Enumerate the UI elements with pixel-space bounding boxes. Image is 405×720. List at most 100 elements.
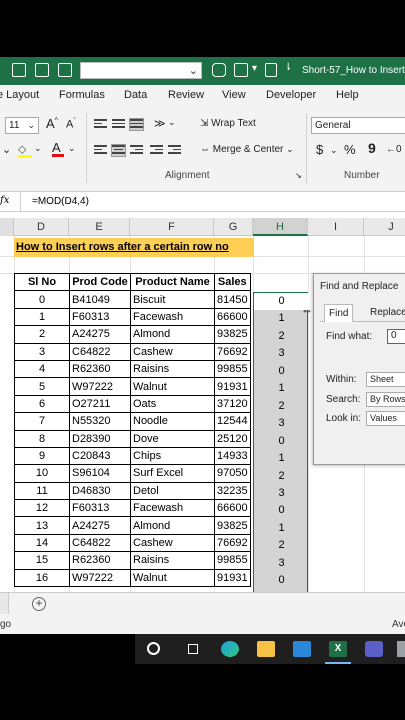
cell-sales[interactable]: 37120	[214, 394, 251, 414]
cell-sl-no[interactable]: 2	[14, 325, 70, 344]
chevron-down-icon[interactable]: ⌄	[68, 143, 76, 154]
tab-formulas[interactable]: Formulas	[59, 89, 105, 101]
sheet-nav[interactable]	[0, 593, 9, 615]
chevron-down-icon[interactable]: ⌄	[34, 143, 42, 154]
currency-button[interactable]: $	[316, 142, 323, 157]
cell-mod-value[interactable]: 1	[254, 450, 309, 467]
column-header-f[interactable]: F	[130, 218, 214, 236]
fill-color-chevron-icon[interactable]: ⌄	[2, 143, 11, 156]
cell-mod-value[interactable]: 0	[254, 502, 309, 519]
cell-sl-no[interactable]: 5	[14, 377, 70, 396]
cell-sales[interactable]: 76692	[214, 342, 251, 361]
task-view-icon[interactable]	[185, 641, 203, 657]
chevron-down-icon[interactable]: ▾	[252, 63, 257, 74]
cell-prod-code[interactable]: A24275	[69, 516, 131, 535]
customize-qat-icon[interactable]: ⇂	[284, 62, 292, 73]
file-explorer-icon[interactable]	[257, 641, 275, 657]
cell-mod-value[interactable]: 2	[254, 398, 309, 415]
cell-prod-code[interactable]: D46830	[69, 481, 131, 501]
font-size-dropdown[interactable]: 11 ⌄	[5, 117, 39, 134]
search-select[interactable]: By Rows	[366, 392, 405, 407]
chevron-down-icon[interactable]: ⌄	[168, 117, 176, 128]
cell-sales[interactable]: 99855	[214, 551, 251, 570]
column-header-e[interactable]: E	[69, 218, 130, 236]
within-select[interactable]: Sheet	[366, 372, 405, 387]
comma-style-button[interactable]: 9	[368, 140, 376, 156]
select-all-corner[interactable]	[0, 218, 14, 236]
cell-prod-code[interactable]: N55320	[69, 412, 131, 431]
cell-product-name[interactable]: Walnut	[130, 568, 215, 588]
fx-icon[interactable]: fx	[0, 195, 9, 206]
share-icon[interactable]	[234, 63, 248, 77]
tab-replace[interactable]: Replace	[366, 304, 405, 322]
cell-sl-no[interactable]: 9	[14, 446, 70, 466]
dialog-launcher-icon[interactable]: ↘	[295, 171, 302, 180]
cell-mod-value[interactable]: 3	[254, 415, 309, 432]
selected-column-h[interactable]: 01230123012301230	[253, 292, 309, 592]
search-icon[interactable]	[147, 642, 160, 655]
cell-product-name[interactable]: Raisins	[130, 359, 215, 379]
cell-sales[interactable]: 91931	[214, 568, 251, 588]
teams-icon[interactable]	[365, 641, 383, 657]
save-icon[interactable]	[35, 63, 49, 77]
cell-product-name[interactable]: Cashew	[130, 533, 215, 553]
increase-indent-icon[interactable]	[168, 145, 181, 156]
align-center-icon[interactable]	[111, 144, 126, 157]
cell-prod-code[interactable]: A24275	[69, 325, 131, 344]
add-sheet-icon[interactable]: +	[32, 597, 46, 611]
excel-taskbar-icon[interactable]: X	[329, 641, 347, 657]
formula-input[interactable]: =MOD(D4,4)	[32, 196, 89, 207]
align-top-icon[interactable]	[94, 119, 107, 130]
cell-product-name[interactable]: Facewash	[130, 499, 215, 518]
tab-review[interactable]: Review	[168, 89, 204, 101]
header-sl-no[interactable]: Sl No	[14, 272, 70, 292]
chevron-down-icon[interactable]: ⌄	[330, 145, 338, 156]
cell-prod-code[interactable]: C20843	[69, 446, 131, 466]
wrap-text-button[interactable]: ⇲ Wrap Text	[200, 118, 256, 129]
orientation-icon[interactable]: ≫	[154, 117, 166, 130]
form-icon[interactable]	[58, 63, 72, 77]
cell-sl-no[interactable]: 6	[14, 394, 70, 414]
cell-sales[interactable]: 66600	[214, 499, 251, 518]
cell-sl-no[interactable]: 8	[14, 429, 70, 448]
cell-prod-code[interactable]: C64822	[69, 342, 131, 361]
cell-sl-no[interactable]: 7	[14, 412, 70, 431]
cell-sl-no[interactable]: 12	[14, 499, 70, 518]
quick-access-dropdown[interactable]: ⌄	[80, 62, 202, 79]
cell-sl-no[interactable]: 0	[14, 290, 70, 309]
cell-product-name[interactable]: Surf Excel	[130, 464, 215, 483]
cell-product-name[interactable]: Walnut	[130, 377, 215, 396]
header-sales[interactable]: Sales	[214, 272, 251, 292]
cell-product-name[interactable]: Dove	[130, 429, 215, 448]
cell-prod-code[interactable]: W97222	[69, 568, 131, 588]
cell-prod-code[interactable]: D28390	[69, 429, 131, 448]
cell-product-name[interactable]: Facewash	[130, 307, 215, 327]
align-left-icon[interactable]	[94, 145, 107, 156]
font-color-icon[interactable]: A	[52, 140, 64, 157]
tab-find[interactable]: Find	[324, 304, 354, 322]
cell-prod-code[interactable]: O27211	[69, 394, 131, 414]
cell-product-name[interactable]: Raisins	[130, 551, 215, 570]
cell-product-name[interactable]: Noodle	[130, 412, 215, 431]
cell-mod-value[interactable]: 3	[254, 555, 309, 572]
increase-decimal-icon[interactable]: ←0	[386, 144, 402, 155]
cell-product-name[interactable]: Chips	[130, 446, 215, 466]
cell-sales[interactable]: 25120	[214, 429, 251, 448]
camera-icon[interactable]	[212, 63, 226, 77]
cell-prod-code[interactable]: F60313	[69, 499, 131, 518]
tab-developer[interactable]: Developer	[266, 89, 316, 101]
header-prod-code[interactable]: Prod Code	[69, 272, 131, 292]
column-header-i[interactable]: I	[308, 218, 364, 236]
cell-product-name[interactable]: Biscuit	[130, 290, 215, 309]
merge-center-button[interactable]: ⇔ Merge & Center ⌄	[200, 144, 294, 155]
tab-page-layout[interactable]: e Layout	[0, 89, 39, 101]
cell-product-name[interactable]: Oats	[130, 394, 215, 414]
edge-icon[interactable]	[221, 641, 239, 657]
align-bottom-icon[interactable]	[129, 118, 144, 131]
cell-prod-code[interactable]: B41049	[69, 290, 131, 309]
cell-product-name[interactable]: Detol	[130, 481, 215, 501]
cell-product-name[interactable]: Almond	[130, 325, 215, 344]
cell-sl-no[interactable]: 11	[14, 481, 70, 501]
cell-sales[interactable]: 97050	[214, 464, 251, 483]
cell-sales[interactable]: 12544	[214, 412, 251, 431]
